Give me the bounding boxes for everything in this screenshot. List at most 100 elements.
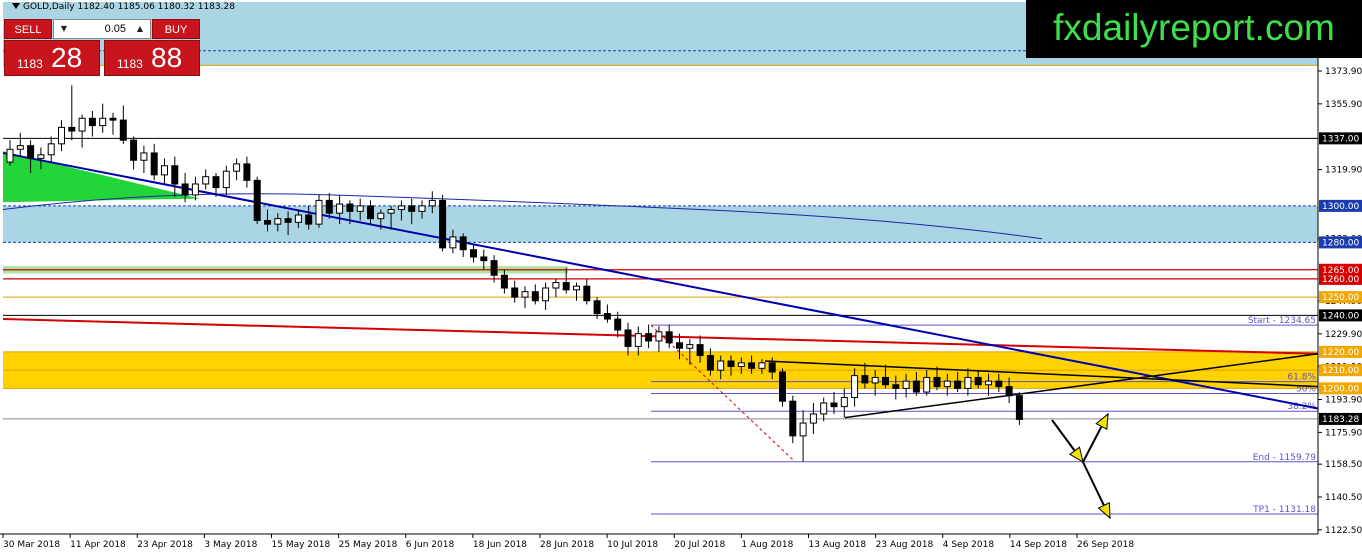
candle-body bbox=[78, 117, 86, 132]
candle-body bbox=[851, 375, 859, 399]
time-tick-label: 28 Jun 2018 bbox=[540, 540, 594, 550]
candle-body bbox=[439, 199, 447, 249]
fib-label: End - 1159.79 bbox=[1253, 453, 1317, 463]
candle-body bbox=[119, 119, 127, 141]
candle-body bbox=[109, 117, 117, 121]
candle-body bbox=[614, 318, 622, 331]
candle-body bbox=[706, 355, 714, 371]
sell-button[interactable]: SELL bbox=[4, 19, 52, 39]
price-level-tag-label: 1337.00 bbox=[1322, 134, 1359, 144]
candle-body bbox=[181, 183, 189, 196]
sell-price-pips: 28 bbox=[51, 42, 83, 73]
candle-body bbox=[799, 422, 807, 437]
candle-body bbox=[130, 139, 138, 161]
price-level-tag-label: 1183.28 bbox=[1322, 415, 1359, 425]
chevron-down-icon[interactable] bbox=[12, 3, 20, 9]
arrow-head-icon bbox=[1095, 412, 1109, 430]
candle-body bbox=[809, 413, 817, 424]
candle-body bbox=[459, 236, 467, 251]
candle-body bbox=[294, 214, 302, 223]
candle-body bbox=[655, 331, 663, 342]
buy-price-button[interactable]: 1183 88 bbox=[104, 40, 200, 76]
candle-body bbox=[449, 236, 457, 249]
time-tick-label: 30 Mar 2018 bbox=[3, 540, 60, 550]
candle-body bbox=[593, 300, 601, 315]
sell-price-button[interactable]: 1183 28 bbox=[4, 40, 100, 76]
candle-body bbox=[140, 152, 148, 161]
time-tick-label: 26 Sep 2018 bbox=[1077, 540, 1134, 550]
candle-body bbox=[171, 165, 179, 185]
candle-body bbox=[583, 285, 591, 302]
price-tick-label: 1122.50 bbox=[1325, 526, 1362, 536]
candle-body bbox=[686, 344, 694, 349]
lot-size-value[interactable]: 0.05 bbox=[74, 20, 130, 38]
candle-body bbox=[367, 205, 374, 220]
candle-body bbox=[1005, 386, 1013, 397]
candle-body bbox=[470, 249, 477, 258]
candle-body bbox=[542, 287, 550, 302]
one-click-trading-panel: SELL ▼ 0.05 ▲ BUY 1183 28 1183 88 bbox=[4, 19, 200, 76]
time-tick-label: 15 May 2018 bbox=[272, 540, 331, 550]
candle-body bbox=[202, 176, 210, 185]
time-tick-label: 6 Jun 2018 bbox=[406, 540, 455, 550]
candle-body bbox=[305, 214, 313, 225]
candle-body bbox=[645, 333, 653, 342]
price-tick-label: 1229.90 bbox=[1325, 330, 1362, 340]
candle-body bbox=[511, 287, 519, 298]
candle-body bbox=[789, 400, 797, 437]
price-tick-label: 1175.90 bbox=[1325, 428, 1362, 438]
candle-body bbox=[912, 380, 920, 393]
candle-body bbox=[665, 331, 673, 344]
candle-body bbox=[676, 342, 683, 349]
buy-price-pips: 88 bbox=[151, 42, 183, 73]
candle-body bbox=[820, 402, 828, 415]
candle-body bbox=[387, 209, 395, 214]
candle-body bbox=[346, 203, 354, 212]
time-tick-label: 18 Jun 2018 bbox=[473, 540, 527, 550]
price-level-tag-label: 1220.00 bbox=[1322, 348, 1359, 358]
candle-body bbox=[737, 362, 745, 367]
candle-body bbox=[397, 205, 405, 211]
candle-body bbox=[253, 179, 261, 221]
support-zone-blue bbox=[3, 205, 1318, 243]
price-level-tag-label: 1300.00 bbox=[1322, 202, 1359, 212]
candle-body bbox=[161, 165, 168, 176]
candle-body bbox=[68, 126, 76, 132]
candle-body bbox=[6, 148, 14, 163]
time-tick-label: 1 Aug 2018 bbox=[741, 540, 793, 550]
lot-size-input[interactable]: ▼ 0.05 ▲ bbox=[53, 19, 151, 39]
candle-body bbox=[768, 362, 776, 373]
chevron-up-icon[interactable]: ▲ bbox=[132, 20, 148, 38]
time-tick-label: 20 Jul 2018 bbox=[674, 540, 725, 550]
buy-price-major: 1183 bbox=[117, 57, 143, 71]
price-tick-label: 1140.50 bbox=[1325, 493, 1362, 503]
candle-body bbox=[995, 380, 1003, 388]
candle-body bbox=[480, 256, 488, 262]
candle-body bbox=[923, 376, 931, 393]
candle-body bbox=[191, 183, 199, 196]
candle-body bbox=[27, 145, 35, 159]
price-chart[interactable]: Start - 1234.6561.8%50%38.2%End - 1159.7… bbox=[0, 0, 1362, 554]
candle-body bbox=[985, 380, 992, 386]
symbol-info: GOLD,Daily 1182.40 1185.06 1180.32 1183.… bbox=[23, 2, 235, 12]
candle-body bbox=[264, 219, 271, 225]
candle-body bbox=[243, 163, 251, 181]
candle-body bbox=[892, 384, 900, 389]
buy-button[interactable]: BUY bbox=[152, 19, 200, 39]
candle-body bbox=[428, 199, 436, 207]
time-tick-label: 25 May 2018 bbox=[339, 540, 398, 550]
candle-body bbox=[933, 376, 941, 388]
candle-body bbox=[377, 212, 385, 220]
price-level-tag-label: 1280.00 bbox=[1322, 238, 1359, 248]
candle-body bbox=[779, 371, 786, 402]
chevron-down-icon[interactable]: ▼ bbox=[56, 20, 72, 38]
time-tick-label: 4 Sep 2018 bbox=[943, 540, 995, 550]
candle-body bbox=[861, 375, 869, 384]
candle-body bbox=[284, 218, 292, 223]
candle-body bbox=[274, 218, 282, 225]
candle-body bbox=[573, 285, 580, 291]
price-level-tag-label: 1200.00 bbox=[1322, 384, 1359, 394]
candle-body bbox=[624, 329, 632, 347]
price-tick-label: 1193.90 bbox=[1325, 396, 1362, 406]
candle-body bbox=[943, 380, 951, 388]
